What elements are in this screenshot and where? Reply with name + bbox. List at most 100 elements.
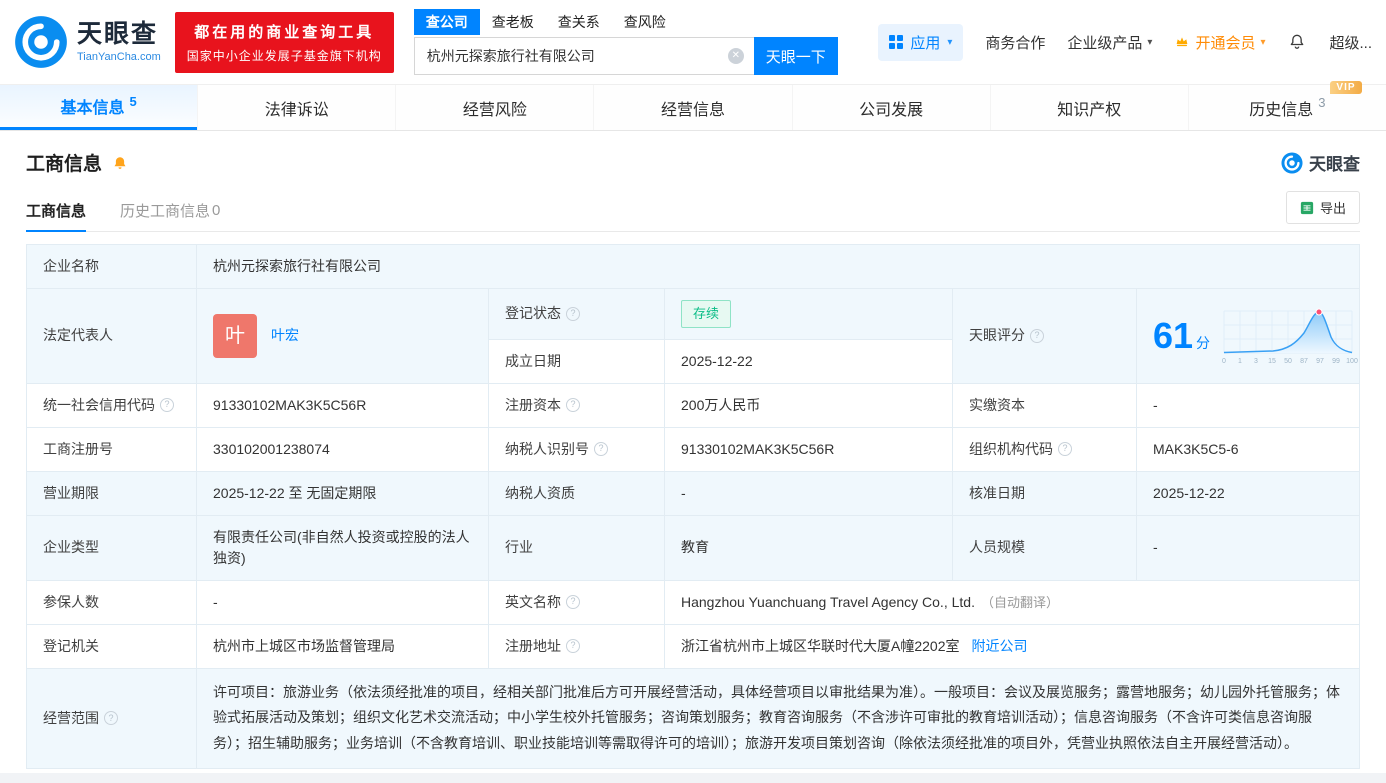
svg-text:0: 0 — [1222, 358, 1226, 365]
tab-company-development[interactable]: 公司发展 — [791, 85, 990, 130]
tianyancha-watermark: 天眼查 — [1281, 150, 1360, 175]
org-code-label: 组织机构代码? — [952, 426, 1137, 472]
english-name-value: Hangzhou Yuanchuang Travel Agency Co., L… — [664, 579, 1360, 625]
help-icon[interactable]: ? — [566, 306, 580, 321]
paid-capital-label: 实缴资本 — [952, 382, 1137, 428]
search-row: ✕ 天眼一下 — [413, 37, 838, 75]
row-credit-code: 统一社会信用代码? 91330102MAK3K5C56R 注册资本? 200万人… — [26, 382, 1360, 428]
search-tab-risk[interactable]: 查风险 — [612, 9, 678, 35]
svg-text:3: 3 — [1254, 358, 1258, 365]
insured-value: - — [196, 579, 489, 625]
help-icon[interactable]: ? — [566, 595, 580, 609]
search-tabs: 查公司 查老板 查关系 查风险 — [413, 9, 838, 35]
enterprise-products-menu[interactable]: 企业级产品 ▾ — [1067, 32, 1152, 53]
tianyancha-logo[interactable]: 天眼查 TianYanCha.com — [14, 15, 161, 69]
search-input[interactable] — [413, 37, 754, 75]
promo-line2: 国家中小企业发展子基金旗下机构 — [186, 48, 382, 63]
tab-legal-litigation[interactable]: 法律诉讼 — [197, 85, 395, 130]
paid-capital-value: - — [1136, 382, 1360, 428]
alert-bell-icon[interactable] — [111, 155, 129, 173]
english-name-label: 英文名称? — [488, 579, 665, 625]
apps-label: 应用 — [910, 34, 941, 52]
search-button[interactable]: 天眼一下 — [753, 37, 838, 75]
company-type-value: 有限责任公司(非自然人投资或控股的法人独资) — [196, 514, 489, 581]
taxpayer-quality-label: 纳税人资质 — [488, 470, 665, 516]
apps-grid-icon — [889, 35, 904, 49]
apps-menu[interactable]: 应用 ▾ — [878, 23, 964, 61]
row-company-type: 企业类型 有限责任公司(非自然人投资或控股的法人独资) 行业 教育 人员规模 - — [26, 514, 1360, 581]
tab-count-badge: 3 — [1318, 95, 1326, 110]
vip-badge: VIP — [1330, 80, 1362, 94]
svg-text:100: 100 — [1346, 358, 1358, 365]
staff-size-label: 人员规模 — [952, 514, 1137, 581]
legal-rep-avatar[interactable]: 叶 — [213, 313, 257, 358]
business-term-value: 2025-12-22 至 无固定期限 — [196, 470, 489, 516]
score-label: 天眼评分? — [952, 288, 1137, 384]
page-bottom-strip — [0, 773, 1386, 783]
reg-capital-label: 注册资本? — [488, 382, 665, 428]
company-name-value: 杭州元探索旅行社有限公司 — [196, 244, 1360, 289]
help-icon[interactable]: ? — [594, 442, 608, 456]
chevron-down-icon: ▾ — [1147, 36, 1153, 48]
business-term-label: 营业期限 — [26, 470, 197, 516]
chevron-down-icon: ▾ — [947, 36, 953, 48]
tab-count-badge: 5 — [129, 93, 137, 109]
status-badge: 存续 — [681, 300, 732, 328]
help-icon[interactable]: ? — [160, 398, 174, 412]
row-business-term: 营业期限 2025-12-22 至 无固定期限 纳税人资质 - 核准日期 202… — [26, 470, 1360, 516]
company-type-label: 企业类型 — [26, 514, 197, 581]
tab-history-info[interactable]: 历史信息 3 VIP — [1187, 80, 1386, 130]
score-cell: 61 分 0 1 3 15 50 87 97 99 100 — [1136, 288, 1360, 384]
org-code-value: MAK3K5C5-6 — [1136, 426, 1360, 472]
help-icon[interactable]: ? — [566, 398, 580, 412]
reg-authority-label: 登记机关 — [26, 623, 197, 669]
business-info-table: 企业名称 杭州元探索旅行社有限公司 法定代表人 叶 叶宏 登记状态? 存续 天眼… — [26, 244, 1360, 770]
tab-basic-info[interactable]: 基本信息 5 — [0, 85, 198, 130]
row-reg-authority: 登记机关 杭州市上城区市场监督管理局 注册地址? 浙江省杭州市上城区华联时代大厦… — [26, 623, 1360, 669]
establish-date-value: 2025-12-22 — [664, 338, 953, 384]
chevron-down-icon: ▾ — [1260, 36, 1266, 48]
tab-operating-risk[interactable]: 经营风险 — [395, 85, 593, 130]
watermark-text: 天眼查 — [1309, 155, 1360, 174]
auto-translate-note: （自动翻译） — [980, 594, 1059, 610]
row-reg-number: 工商注册号 330102001238074 纳税人识别号? 91330102MA… — [26, 426, 1360, 472]
tab-operating-info[interactable]: 经营信息 — [593, 85, 791, 130]
svg-text:87: 87 — [1300, 358, 1308, 365]
logo-text-block: 天眼查 TianYanCha.com — [77, 21, 161, 63]
section-title: 工商信息 — [26, 154, 103, 175]
business-cooperation-link[interactable]: 商务合作 — [985, 32, 1045, 53]
help-icon[interactable]: ? — [1058, 442, 1072, 456]
promo-line1: 都在用的商业查询工具 — [194, 23, 375, 41]
export-button[interactable]: 导出 — [1285, 191, 1360, 224]
reg-authority-value: 杭州市上城区市场监督管理局 — [196, 623, 489, 669]
reg-number-label: 工商注册号 — [26, 426, 197, 472]
legal-rep-value: 叶 叶宏 — [196, 288, 489, 384]
tab-intellectual-property[interactable]: 知识产权 — [989, 85, 1188, 130]
svg-text:99: 99 — [1332, 358, 1340, 365]
search-tab-company[interactable]: 查公司 — [413, 9, 480, 35]
search-tab-boss[interactable]: 查老板 — [480, 9, 546, 35]
search-tab-relations[interactable]: 查关系 — [546, 9, 612, 35]
reg-address-label: 注册地址? — [488, 623, 665, 669]
svg-text:15: 15 — [1268, 358, 1276, 365]
clear-search-icon[interactable]: ✕ — [727, 48, 744, 64]
super-vip-link[interactable]: 超级... — [1329, 32, 1372, 53]
row-legal-rep: 法定代表人 叶 叶宏 登记状态? 存续 天眼评分? 61 分 0 1 3 15 … — [26, 288, 1360, 384]
legal-rep-name-link[interactable]: 叶宏 — [271, 325, 299, 346]
nearby-companies-link[interactable]: 附近公司 — [971, 638, 1027, 654]
help-icon[interactable]: ? — [104, 711, 118, 726]
subtab-business-info[interactable]: 工商信息 — [26, 190, 87, 232]
approval-date-value: 2025-12-22 — [1136, 470, 1360, 516]
help-icon[interactable]: ? — [566, 639, 580, 653]
promo-badge: 都在用的商业查询工具 国家中小企业发展子基金旗下机构 — [174, 11, 394, 73]
top-right-nav: 应用 ▾ 商务合作 企业级产品 ▾ 开通会员 ▾ 超级... — [878, 23, 1372, 61]
search-area: 查公司 查老板 查关系 查风险 ✕ 天眼一下 — [413, 9, 838, 75]
business-scope-value: 许可项目：旅游业务（依法须经批准的项目，经相关部门批准后方可开展经营活动，具体经… — [196, 667, 1360, 770]
subtab-history-business-info[interactable]: 历史工商信息 0 — [120, 190, 220, 231]
reg-address-value: 浙江省杭州市上城区华联时代大厦A幢2202室 附近公司 — [664, 623, 1360, 669]
row-insured: 参保人数 - 英文名称? Hangzhou Yuanchuang Travel … — [26, 579, 1360, 625]
vip-upgrade-menu[interactable]: 开通会员 ▾ — [1174, 32, 1265, 53]
help-icon[interactable]: ? — [1030, 328, 1044, 343]
notification-bell-icon[interactable] — [1287, 32, 1307, 52]
industry-label: 行业 — [488, 514, 665, 581]
